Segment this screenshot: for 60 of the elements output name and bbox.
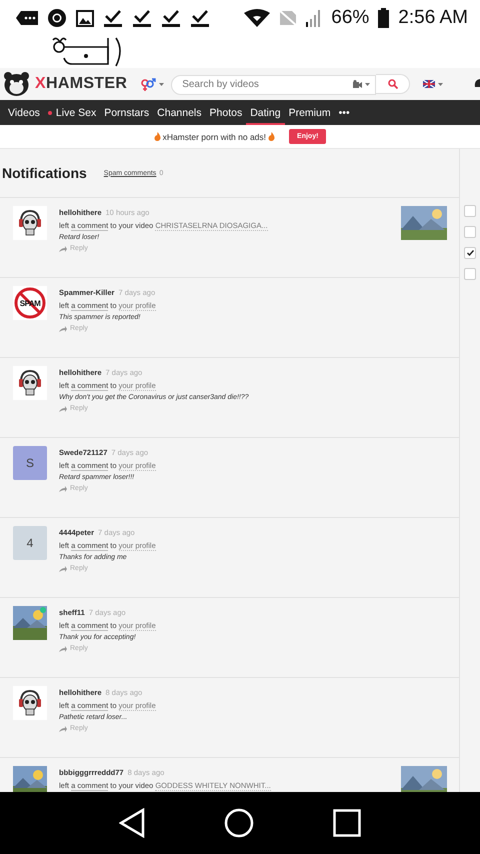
caret-icon [365, 82, 370, 86]
nav-tab[interactable]: Premium [284, 100, 335, 125]
wifi-icon [244, 9, 270, 27]
battery-percent: 66% [331, 7, 370, 29]
hamster-logo-icon [3, 71, 30, 97]
site-logo[interactable]: XHAMSTER [35, 75, 128, 93]
message-icon [16, 11, 38, 25]
search-button[interactable] [376, 74, 410, 94]
checkmark-icon [466, 250, 474, 256]
gender-icon [140, 78, 156, 90]
promo-text: xHamster porn with no ads! [162, 132, 266, 142]
recents-icon[interactable] [332, 809, 361, 837]
search-field[interactable]: Search by videos [171, 74, 376, 94]
reply-icon [59, 326, 67, 332]
signal-icon [306, 9, 322, 27]
download-done-icon [190, 9, 210, 27]
letter-avatar[interactable]: S [13, 446, 47, 480]
nav-tab[interactable]: Channels [153, 100, 206, 125]
gender-menu[interactable] [138, 76, 166, 92]
live-dot-icon [48, 110, 52, 114]
checkbox[interactable] [464, 226, 476, 238]
checkbox[interactable] [464, 268, 476, 280]
battery-icon [378, 8, 390, 28]
language-menu[interactable] [421, 78, 446, 90]
nav-tab[interactable]: ••• [334, 100, 354, 125]
reply-icon [59, 486, 67, 492]
download-done-icon [132, 9, 152, 27]
fire-icon [268, 132, 276, 141]
clock-time: 2:56 AM [398, 7, 468, 29]
prohibition-icon [13, 286, 47, 320]
browser-icon [47, 8, 67, 28]
home-icon[interactable] [224, 808, 254, 838]
no-sim-icon [279, 10, 298, 26]
fire-icon [154, 132, 161, 141]
reply-icon [59, 646, 67, 652]
download-done-icon [161, 9, 181, 27]
bell-icon[interactable] [474, 78, 480, 90]
checkbox[interactable] [464, 205, 476, 217]
search-icon [388, 79, 398, 89]
page-title: Notifications [2, 165, 87, 181]
download-done-icon [103, 9, 123, 27]
reply-icon [59, 406, 67, 412]
camera-icon [353, 80, 362, 88]
caret-icon [438, 82, 444, 86]
skull-avatar-icon[interactable] [13, 686, 47, 720]
letter-avatar[interactable]: 4 [13, 526, 47, 560]
nav-tab[interactable]: Videos [4, 100, 44, 125]
skull-avatar-icon[interactable] [13, 206, 47, 240]
nav-tab[interactable]: Pornstars [100, 100, 154, 125]
skull-avatar-icon[interactable] [13, 366, 47, 400]
image-icon [76, 10, 94, 26]
checkbox[interactable] [464, 247, 476, 259]
reply-icon [59, 246, 67, 252]
reply-icon [59, 726, 67, 732]
caret-icon [159, 82, 164, 86]
nav-tab[interactable]: Live Sex [44, 100, 100, 125]
flag-icon [423, 80, 436, 88]
reply-icon [59, 566, 67, 572]
nav-tab[interactable]: Photos [206, 100, 246, 125]
back-icon[interactable] [119, 808, 146, 838]
